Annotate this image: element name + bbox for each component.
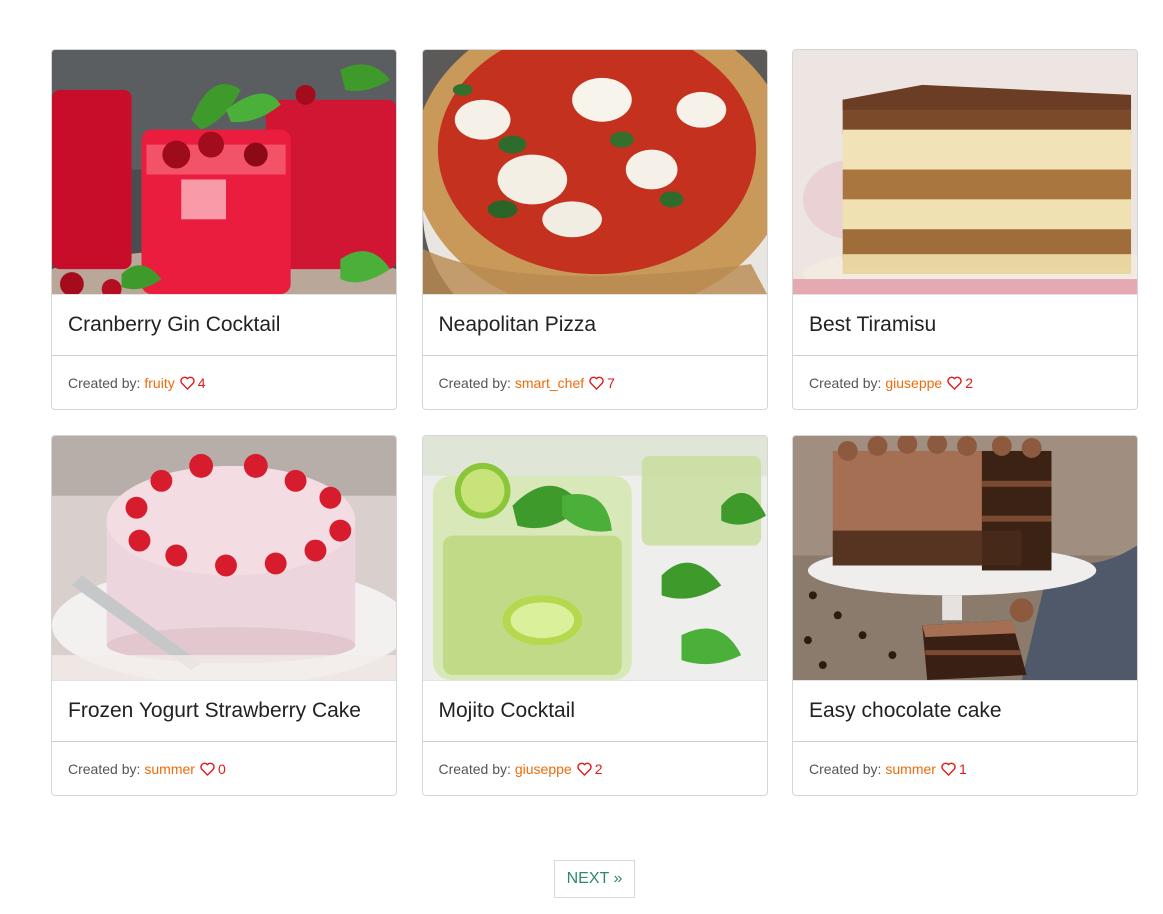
heart-outline-icon xyxy=(947,376,962,390)
author-link[interactable]: giuseppe xyxy=(885,375,942,391)
recipe-photo-strawberry-cake[interactable] xyxy=(52,436,396,681)
created-by-label: Created by: xyxy=(809,760,882,777)
author-link[interactable]: summer xyxy=(885,761,936,777)
author-link[interactable]: summer xyxy=(144,761,195,777)
recipe-meta: Created by: giuseppe 2 xyxy=(423,742,767,795)
created-by-label: Created by: xyxy=(68,374,141,391)
created-by-label: Created by: xyxy=(68,760,141,777)
recipe-meta: Created by: smart_chef 7 xyxy=(423,356,767,409)
like-button[interactable]: 7 xyxy=(589,375,615,391)
like-count: 2 xyxy=(965,374,973,391)
heart-outline-icon xyxy=(941,762,956,776)
recipe-photo-tiramisu[interactable] xyxy=(793,50,1137,295)
recipe-meta: Created by: summer 1 xyxy=(793,742,1137,795)
recipe-photo-chocolate-cake[interactable] xyxy=(793,436,1137,681)
like-button[interactable]: 4 xyxy=(180,375,206,391)
like-button[interactable]: 1 xyxy=(941,761,967,777)
recipe-title[interactable]: Cranberry Gin Cocktail xyxy=(52,295,396,356)
like-count: 0 xyxy=(217,760,226,777)
recipe-photo-pizza[interactable] xyxy=(422,50,767,295)
like-button[interactable]: 2 xyxy=(947,375,973,391)
recipe-card[interactable]: Mojito Cocktail Created by: giuseppe 2 xyxy=(421,435,768,796)
recipe-card[interactable]: Neapolitan Pizza Created by: smart_chef … xyxy=(421,49,768,410)
heart-outline-icon xyxy=(577,762,592,776)
next-page-button[interactable]: NEXT » xyxy=(554,860,635,898)
like-count: 2 xyxy=(594,760,603,777)
heart-outline-icon xyxy=(589,376,604,390)
recipe-title[interactable]: Easy chocolate cake xyxy=(793,681,1137,742)
recipe-meta: Created by: fruity 4 xyxy=(52,356,396,409)
recipe-title[interactable]: Neapolitan Pizza xyxy=(422,295,767,356)
author-link[interactable]: fruity xyxy=(144,375,174,391)
recipe-card[interactable]: Best Tiramisu Created by: giuseppe 2 xyxy=(792,49,1138,410)
like-button[interactable]: 0 xyxy=(200,761,226,777)
recipe-photo-cranberry-cocktail[interactable] xyxy=(52,50,396,295)
recipe-card[interactable]: Cranberry Gin Cocktail Created by: fruit… xyxy=(51,49,397,410)
created-by-label: Created by: xyxy=(438,374,511,391)
created-by-label: Created by: xyxy=(438,760,511,777)
recipe-title[interactable]: Best Tiramisu xyxy=(793,295,1137,356)
recipe-title[interactable]: Mojito Cocktail xyxy=(422,681,767,742)
like-count: 1 xyxy=(958,760,967,777)
heart-outline-icon xyxy=(180,376,195,390)
recipe-grid: Cranberry Gin Cocktail Created by: fruit… xyxy=(51,49,1138,796)
author-link[interactable]: giuseppe xyxy=(515,761,572,777)
recipe-card[interactable]: Easy chocolate cake Created by: summer 1 xyxy=(792,435,1138,796)
recipe-card[interactable]: Frozen Yogurt Strawberry Cake Created by… xyxy=(51,435,397,796)
author-link[interactable]: smart_chef xyxy=(515,375,584,391)
recipe-photo-mojito[interactable] xyxy=(422,436,767,681)
created-by-label: Created by: xyxy=(809,374,882,391)
heart-outline-icon xyxy=(200,762,215,776)
recipe-title[interactable]: Frozen Yogurt Strawberry Cake xyxy=(52,681,396,742)
recipe-meta: Created by: giuseppe 2 xyxy=(793,356,1137,409)
like-count: 7 xyxy=(607,374,615,391)
recipe-meta: Created by: summer 0 xyxy=(52,742,396,795)
like-button[interactable]: 2 xyxy=(577,761,603,777)
like-count: 4 xyxy=(197,374,206,391)
